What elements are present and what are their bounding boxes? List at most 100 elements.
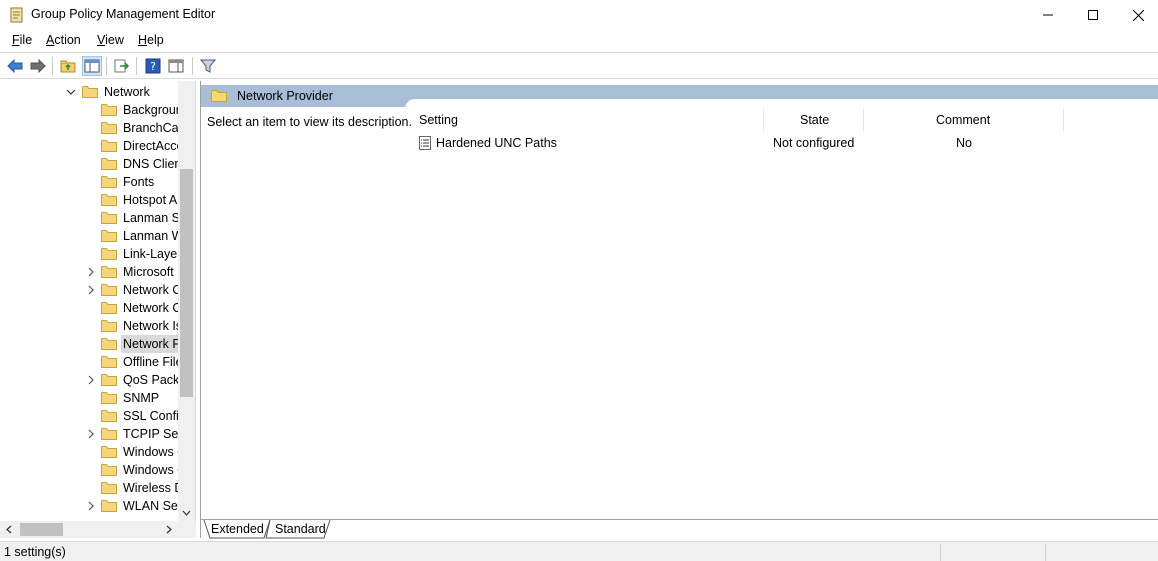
tree-item[interactable]: Wireless D [0,479,178,497]
forward-button[interactable] [28,56,48,76]
tree-item[interactable]: QoS Packe [0,371,178,389]
help-button[interactable]: ? [143,56,163,76]
column-header-state[interactable]: State [800,107,829,133]
folder-icon [101,103,117,116]
policy-setting-icon [419,136,431,153]
tree-item-label: Lanman Se [123,211,178,225]
console-tree-icon [84,59,100,73]
chevron-right-icon [166,525,172,534]
tree-item[interactable]: SSL Config [0,407,178,425]
tree-item[interactable]: Hotspot A [0,191,178,209]
tree-item[interactable]: Fonts [0,173,178,191]
tree-item[interactable]: TCPIP Sett [0,425,178,443]
collapse-chevron-icon[interactable] [66,86,76,98]
tree-item[interactable]: Network C [0,281,178,299]
column-separator[interactable] [763,109,764,131]
details-folder-title: Network Provider [237,89,333,103]
folder-icon [101,409,117,422]
tree-item-label: Link-Layer [123,247,178,261]
description-text: Select an item to view its description. [207,115,412,129]
close-button[interactable] [1115,0,1158,30]
tab-standard[interactable]: Standard [269,520,332,539]
status-bar: 1 setting(s) [0,541,1158,561]
tree-item[interactable]: Link-Layer [0,245,178,263]
scroll-down-button[interactable] [178,505,195,521]
column-separator[interactable] [863,109,864,131]
export-list-button[interactable] [112,56,132,76]
column-header-comment[interactable]: Comment [936,107,990,133]
tree-item[interactable]: Windows C [0,461,178,479]
scroll-left-button[interactable] [0,521,17,538]
folder-icon [101,229,117,242]
title-bar: Group Policy Management Editor [0,0,1158,30]
menu-file[interactable]: File [12,33,32,47]
details-header-curve [405,99,1158,109]
tree-item[interactable]: DirectAcce [0,137,178,155]
folder-icon [101,319,117,332]
minimize-button[interactable] [1025,0,1071,30]
tree-item[interactable]: BranchCac [0,119,178,137]
tree-item[interactable]: Network P [0,335,178,353]
column-header-setting[interactable]: Setting [419,107,458,133]
tree-item[interactable]: Microsoft [0,263,178,281]
filter-icon [200,59,216,73]
menu-view[interactable]: View [97,33,124,47]
folder-icon [101,445,117,458]
setting-comment: No [956,136,972,150]
menu-help[interactable]: Help [138,33,164,47]
expand-chevron-icon[interactable] [86,428,96,440]
folder-icon [101,373,117,386]
tree-item[interactable]: DNS Clien [0,155,178,173]
tree-vertical-scrollbar[interactable] [178,81,195,521]
toolbar-separator [52,57,53,75]
minimize-icon [1043,14,1053,16]
tree-item-label: SSL Config [123,409,178,423]
back-button[interactable] [5,56,25,76]
setting-state: Not configured [773,136,855,150]
tree-item-label: Wireless D [123,481,178,495]
tree-item-label: DNS Clien [123,157,178,171]
tree-item-network[interactable]: Network [0,83,178,101]
toolbar-separator [192,57,193,75]
folder-icon [101,427,117,440]
tree-item-label: TCPIP Sett [123,427,178,441]
expand-chevron-icon[interactable] [86,500,96,512]
tree-item[interactable]: Offline File [0,353,178,371]
tree-vertical-scroll-thumb[interactable] [180,169,193,397]
tree-item[interactable]: Network C [0,299,178,317]
folder-up-icon [60,60,76,73]
expand-chevron-icon[interactable] [86,284,96,296]
show-hide-console-tree-button[interactable] [82,56,102,76]
chevron-down-icon [182,510,191,516]
folder-icon [101,193,117,206]
tree-item[interactable]: Network Is [0,317,178,335]
toolbar: ? [0,52,1158,79]
scroll-right-button[interactable] [160,521,177,538]
svg-text:?: ? [150,60,156,73]
tree-item[interactable]: WLAN Ser [0,497,178,515]
folder-icon [101,301,117,314]
tree-item[interactable]: Lanman Se [0,209,178,227]
filter-button[interactable] [198,56,218,76]
up-one-level-button[interactable] [58,56,78,76]
table-row[interactable]: Hardened UNC Paths Not configured No [417,134,1157,152]
menu-bar: File Action View Help [0,31,1158,51]
chevron-left-icon [5,525,11,534]
tree-item[interactable]: Lanman W [0,227,178,245]
status-separator [1045,544,1046,561]
column-separator[interactable] [1063,109,1064,131]
tree-item[interactable]: Backgrour [0,101,178,119]
menu-action[interactable]: Action [46,33,81,47]
action-pane-icon [168,59,184,73]
status-text: 1 setting(s) [4,545,66,559]
expand-chevron-icon[interactable] [86,266,96,278]
tree-horizontal-scrollbar[interactable] [0,521,196,538]
maximize-button[interactable] [1070,0,1116,30]
expand-chevron-icon[interactable] [86,374,96,386]
tree-item[interactable]: SNMP [0,389,178,407]
show-hide-action-pane-button[interactable] [166,56,186,76]
folder-icon [101,121,117,134]
tree-item[interactable]: Windows C [0,443,178,461]
tab-extended[interactable]: Extended [205,520,270,539]
tree-horizontal-scroll-thumb[interactable] [20,523,63,536]
